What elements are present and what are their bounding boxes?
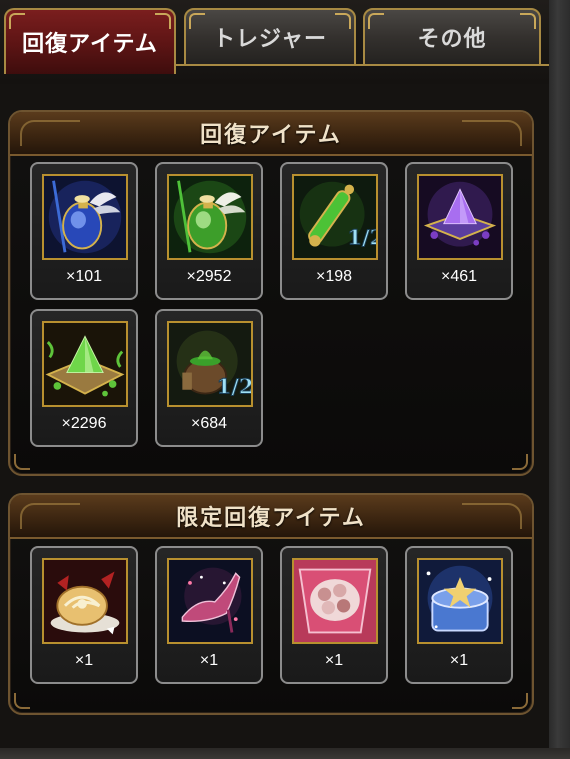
tab-treasure[interactable]: トレジャー (184, 8, 356, 66)
crystal-shoe-icon (167, 558, 253, 644)
bottom-edge-rail (0, 748, 570, 759)
ornament (462, 120, 522, 146)
corner-ornament (14, 454, 30, 470)
blue-gift-box-icon (417, 558, 503, 644)
tab-bar: 回復アイテム トレジャー その他 (0, 0, 549, 84)
corner-ornament (512, 693, 528, 709)
item-card[interactable]: ×461 (405, 162, 513, 300)
svg-text:1/2: 1/2 (347, 225, 376, 250)
corner-ornament (14, 693, 30, 709)
item-card[interactable]: ×1 (405, 546, 513, 684)
tab-recovery-items[interactable]: 回復アイテム (4, 8, 176, 74)
blue-winged-potion-icon (42, 174, 128, 260)
svg-text:1/2: 1/2 (217, 374, 251, 399)
ornament (20, 503, 80, 529)
recovery-items-panel: 回復アイテム ×101 ×2952 1/ ×198 ×461 ×2296 1/2… (8, 110, 534, 476)
item-count: ×1 (74, 652, 94, 669)
item-count: ×198 (315, 268, 353, 285)
tab-other[interactable]: その他 (363, 8, 541, 66)
item-count: ×1 (449, 652, 469, 669)
tab-label: 回復アイテム (22, 32, 158, 57)
purple-crystal-cushion-icon (417, 174, 503, 260)
item-card[interactable]: 1/2 ×684 (155, 309, 263, 447)
corner-ornament (512, 454, 528, 470)
item-card[interactable]: ×1 (30, 546, 138, 684)
section-title: 限定回復アイテム (176, 505, 366, 531)
item-count: ×1 (199, 652, 219, 669)
item-card[interactable]: ×2296 (30, 309, 138, 447)
tab-label: トレジャー (213, 27, 327, 52)
panel-header: 限定回復アイテム (10, 495, 532, 539)
item-card[interactable]: ×2952 (155, 162, 263, 300)
item-count: ×2296 (61, 415, 107, 432)
green-winged-potion-icon (167, 174, 253, 260)
item-card[interactable]: ×1 (155, 546, 263, 684)
green-crystal-cushion-icon (42, 321, 128, 407)
section-title: 回復アイテム (200, 122, 342, 148)
ornament (20, 120, 80, 146)
right-edge-rail (549, 0, 570, 759)
item-count: ×684 (190, 415, 228, 432)
item-card[interactable]: ×101 (30, 162, 138, 300)
panel-header: 回復アイテム (10, 112, 532, 156)
green-vial-half-icon: 1/2 (292, 174, 378, 260)
item-count: ×2952 (186, 268, 232, 285)
item-count: ×461 (440, 268, 478, 285)
tab-divider (176, 64, 549, 66)
ornament (462, 503, 522, 529)
item-card[interactable]: ×1 (280, 546, 388, 684)
pot-half-icon: 1/2 (167, 321, 253, 407)
tab-label: その他 (417, 27, 487, 52)
chocolate-box-icon (292, 558, 378, 644)
item-count: ×1 (324, 652, 344, 669)
cake-roll-icon (42, 558, 128, 644)
item-count: ×101 (65, 268, 103, 285)
item-card[interactable]: 1/2 ×198 (280, 162, 388, 300)
limited-recovery-items-panel: 限定回復アイテム ×1 ×1 ×1 ×1 (8, 493, 534, 715)
